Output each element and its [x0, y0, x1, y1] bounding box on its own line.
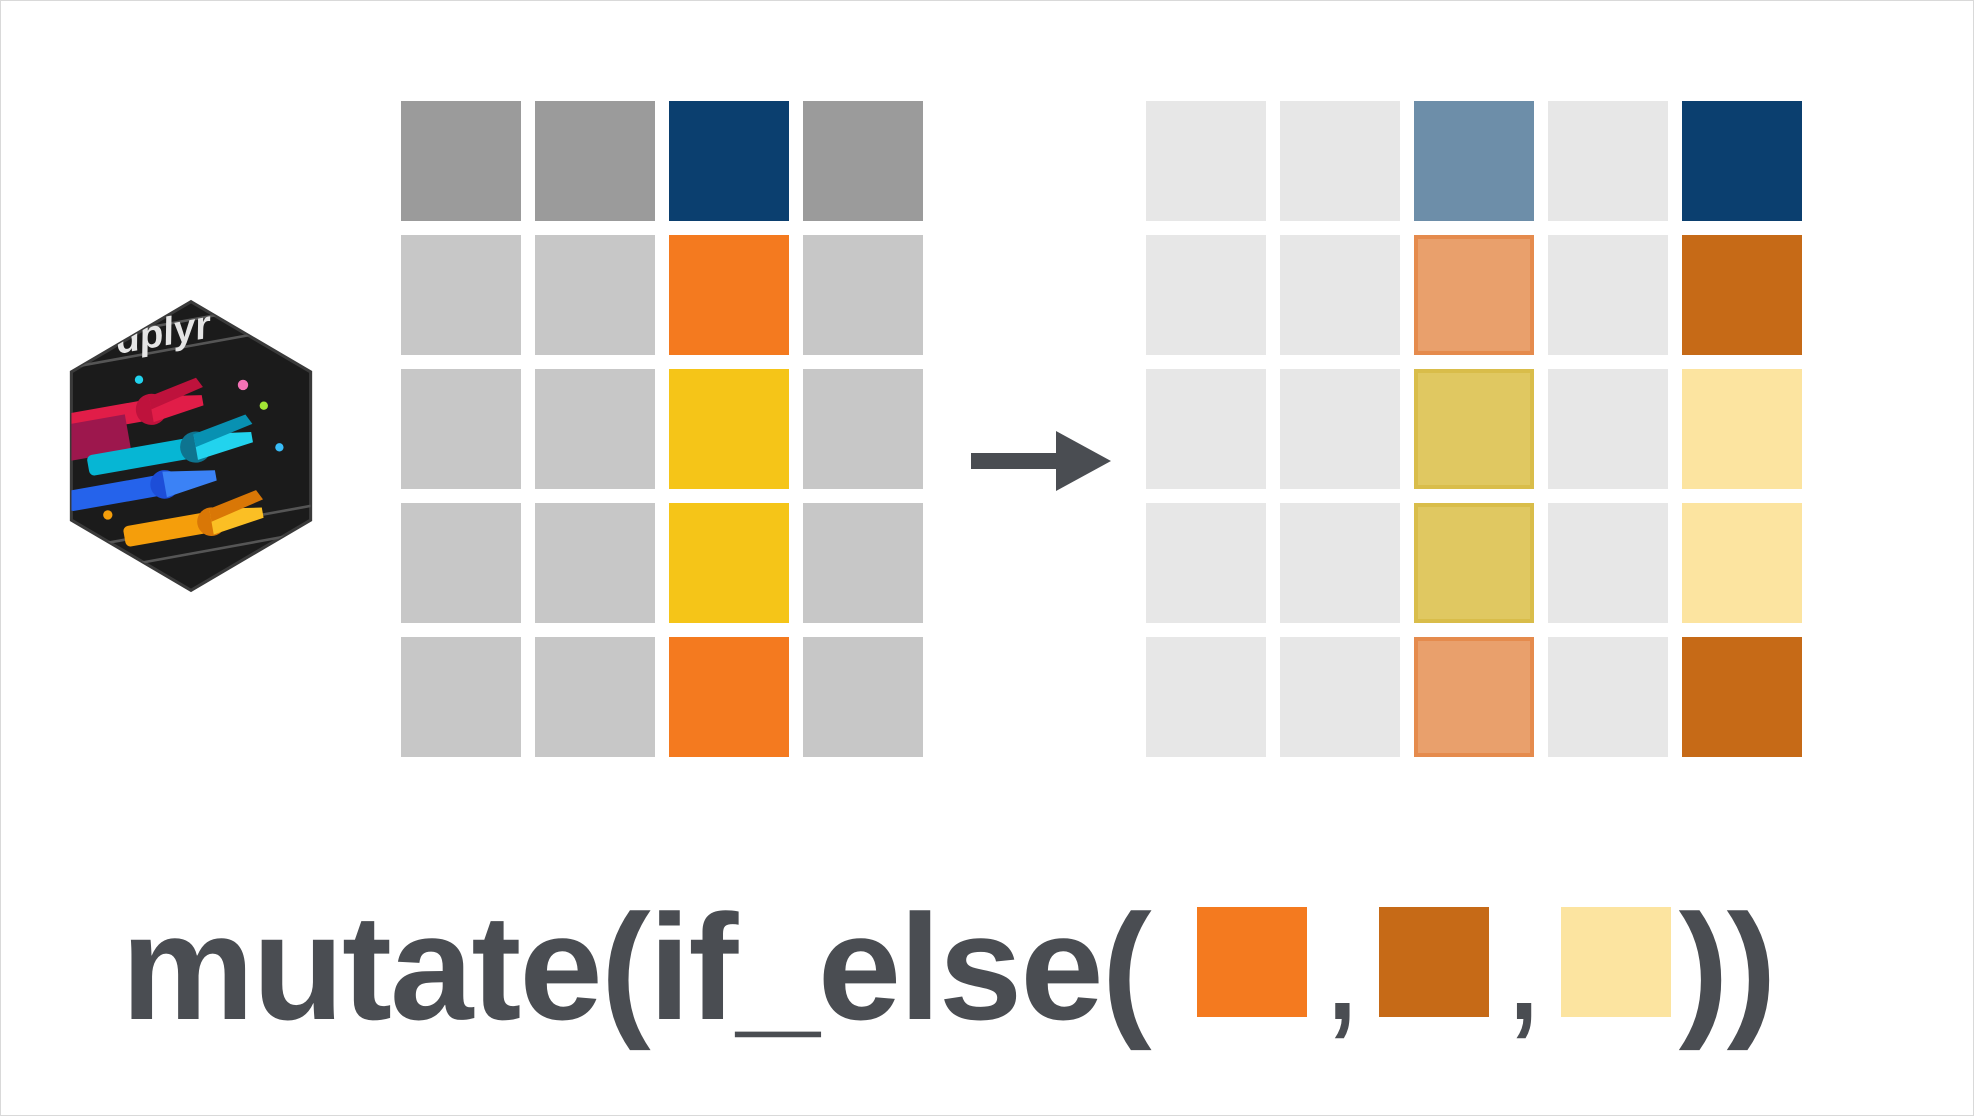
output-cell-r4-c1 — [1280, 637, 1400, 757]
input-cell-r4-c0 — [401, 637, 521, 757]
output-cell-r1-c0 — [1146, 235, 1266, 355]
output-cell-r0-c3 — [1548, 101, 1668, 221]
output-cell-r4-c3 — [1548, 637, 1668, 757]
input-cell-r3-c3 — [803, 503, 923, 623]
output-cell-r4-c2 — [1414, 637, 1534, 757]
input-cell-r2-c2 — [669, 369, 789, 489]
input-cell-r4-c3 — [803, 637, 923, 757]
output-cell-r2-c3 — [1548, 369, 1668, 489]
caption-comma-2: , — [1503, 881, 1543, 1054]
output-cell-r0-c4 — [1682, 101, 1802, 221]
output-cell-r3-c0 — [1146, 503, 1266, 623]
input-cell-r0-c0 — [401, 101, 521, 221]
input-cell-r4-c2 — [669, 637, 789, 757]
input-cell-r0-c2 — [669, 101, 789, 221]
output-cell-r4-c4 — [1682, 637, 1802, 757]
input-cell-r4-c1 — [535, 637, 655, 757]
output-cell-r2-c2 — [1414, 369, 1534, 489]
input-cell-r1-c3 — [803, 235, 923, 355]
output-cell-r0-c0 — [1146, 101, 1266, 221]
output-cell-r4-c0 — [1146, 637, 1266, 757]
output-cell-r0-c2 — [1414, 101, 1534, 221]
input-cell-r0-c1 — [535, 101, 655, 221]
output-cell-r2-c0 — [1146, 369, 1266, 489]
dplyr-hex-logo: dplyr — [61, 296, 321, 596]
output-cell-r1-c2 — [1414, 235, 1534, 355]
output-cell-r1-c1 — [1280, 235, 1400, 355]
output-cell-r2-c1 — [1280, 369, 1400, 489]
output-grid — [1146, 101, 1802, 757]
diagram-canvas: dplyr mutate(if_else( , , )) — [0, 0, 1974, 1116]
input-cell-r2-c3 — [803, 369, 923, 489]
caption-square-condition — [1197, 907, 1307, 1017]
output-cell-r3-c1 — [1280, 503, 1400, 623]
input-cell-r2-c1 — [535, 369, 655, 489]
input-cell-r0-c3 — [803, 101, 923, 221]
input-grid — [401, 101, 923, 757]
caption-comma-1: , — [1321, 881, 1361, 1054]
caption-text-4: )) — [1679, 881, 1775, 1054]
caption-text-1: mutate(if_else( — [121, 881, 1150, 1054]
input-cell-r1-c2 — [669, 235, 789, 355]
output-cell-r2-c4 — [1682, 369, 1802, 489]
input-cell-r1-c1 — [535, 235, 655, 355]
output-cell-r1-c4 — [1682, 235, 1802, 355]
input-cell-r3-c0 — [401, 503, 521, 623]
output-cell-r3-c2 — [1414, 503, 1534, 623]
output-cell-r1-c3 — [1548, 235, 1668, 355]
caption-square-true — [1379, 907, 1489, 1017]
input-cell-r1-c0 — [401, 235, 521, 355]
code-caption: mutate(if_else( , , )) — [121, 881, 1775, 1054]
output-cell-r0-c1 — [1280, 101, 1400, 221]
output-cell-r3-c4 — [1682, 503, 1802, 623]
caption-square-false — [1561, 907, 1671, 1017]
input-cell-r2-c0 — [401, 369, 521, 489]
input-cell-r3-c1 — [535, 503, 655, 623]
input-cell-r3-c2 — [669, 503, 789, 623]
arrow-icon — [971, 421, 1111, 501]
output-cell-r3-c3 — [1548, 503, 1668, 623]
